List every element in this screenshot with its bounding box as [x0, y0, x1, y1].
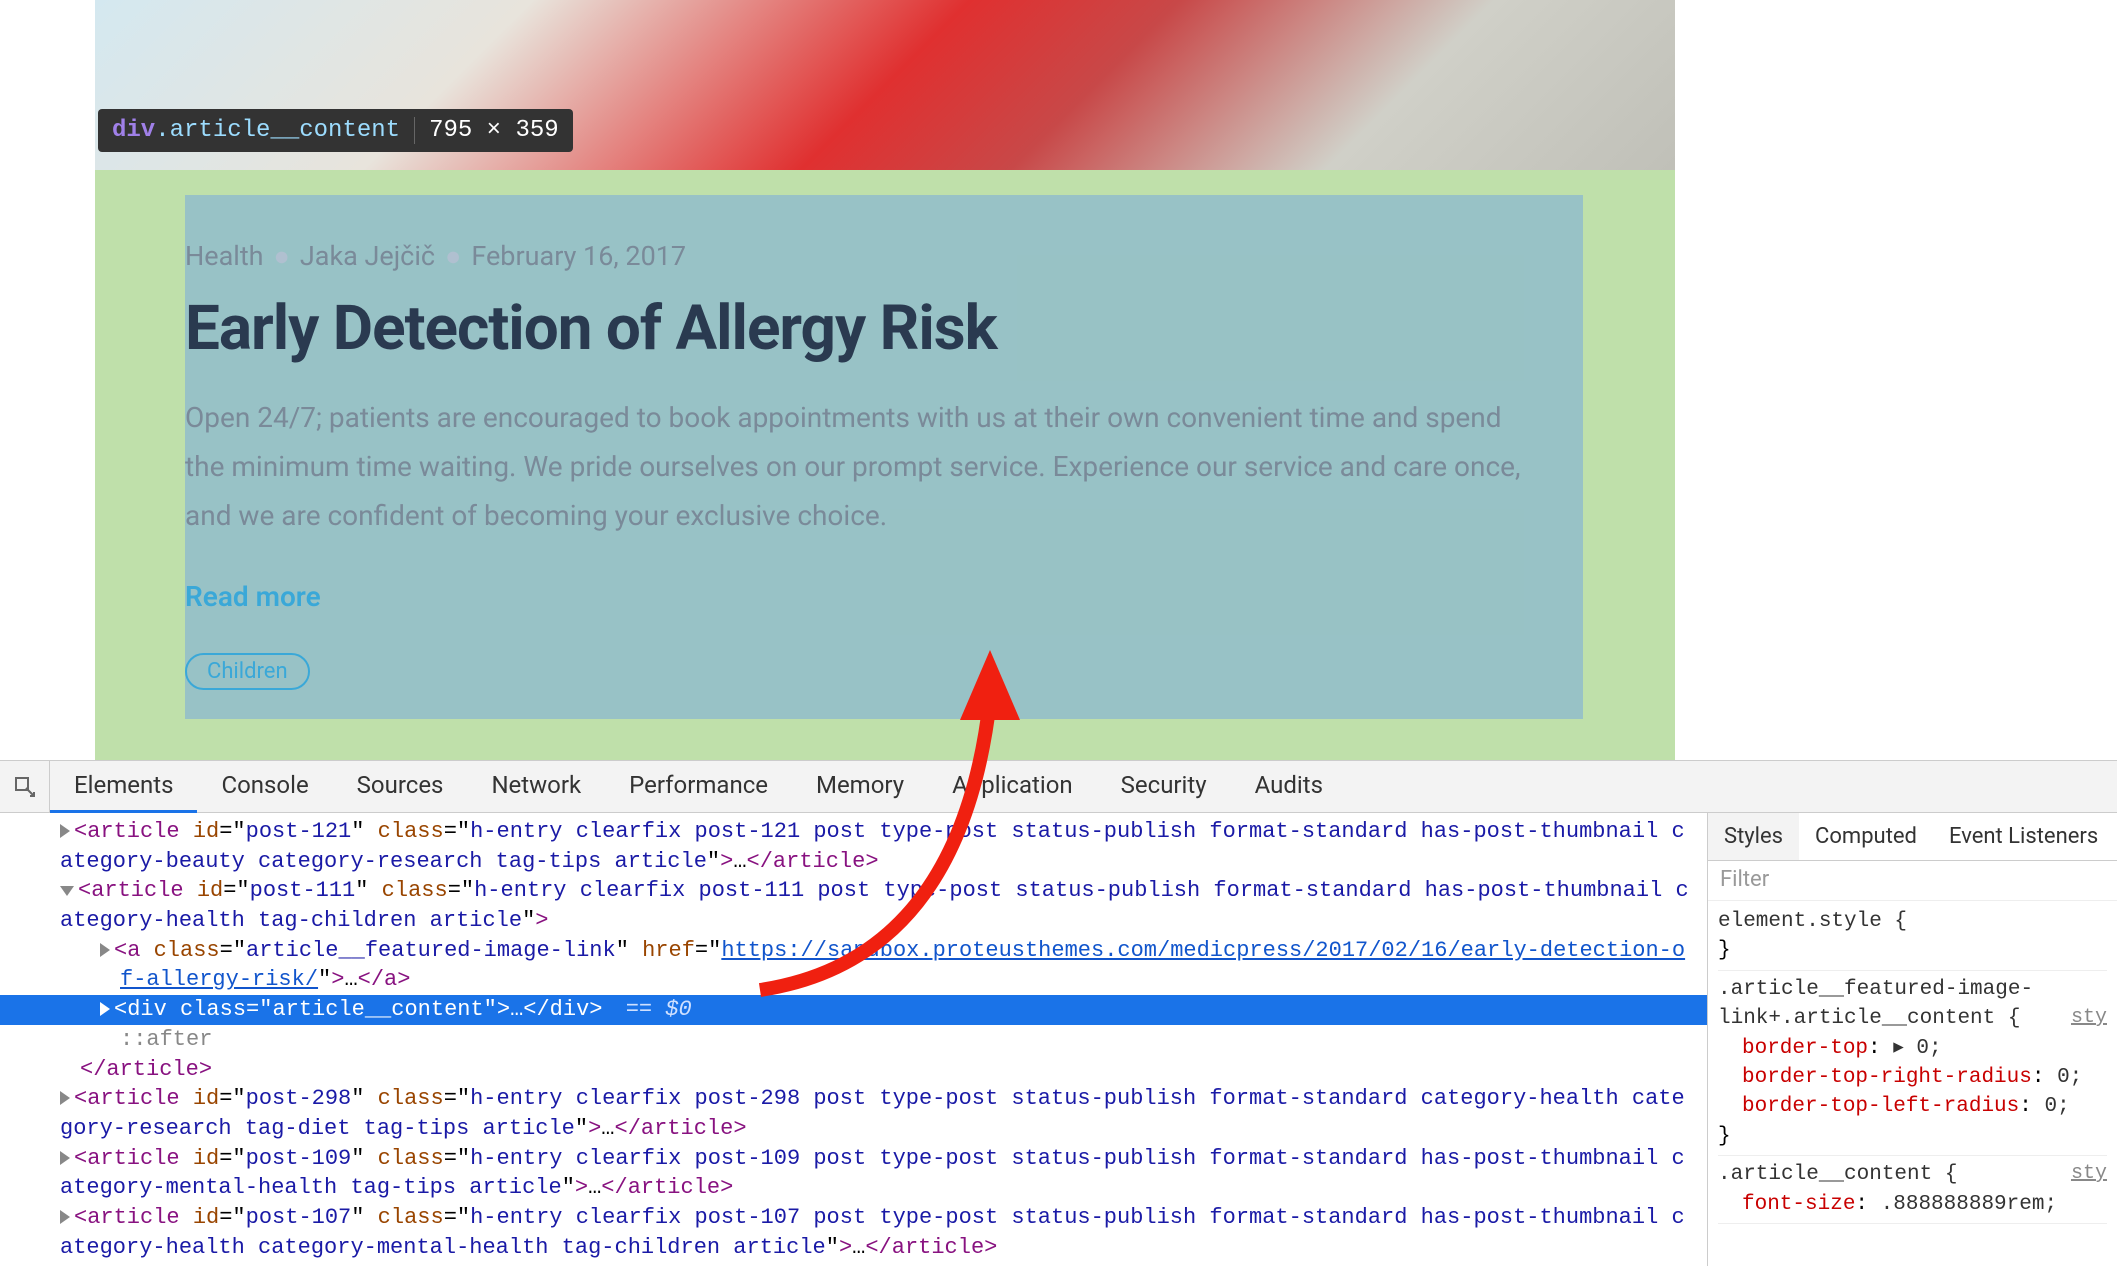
category-link[interactable]: Health — [185, 240, 264, 272]
dom-line[interactable]: <article id="post-121" class="h-entry cl… — [0, 817, 1707, 876]
devtools-toolbar: ElementsConsoleSourcesNetworkPerformance… — [0, 761, 2117, 813]
expand-caret-icon[interactable] — [100, 943, 110, 957]
read-more-link[interactable]: Read more — [185, 580, 321, 613]
dom-line[interactable]: <article id="post-111" class="h-entry cl… — [0, 876, 1707, 935]
styles-tab-bar: StylesComputedEvent Listeners — [1708, 813, 2117, 861]
devtools-panel: ElementsConsoleSourcesNetworkPerformance… — [0, 760, 2117, 1233]
article-meta: Health●Jaka Jejčič●February 16, 2017 — [185, 240, 1583, 272]
tooltip-class: .article__content — [155, 117, 400, 144]
stylesheet-link[interactable]: sty — [2071, 1160, 2107, 1188]
tag-pill[interactable]: Children — [185, 653, 310, 690]
css-selector[interactable]: .article__featured-image-link+.article__… — [1718, 978, 2033, 1030]
devtools-tab-network[interactable]: Network — [467, 761, 605, 813]
css-property[interactable]: border-top-right-radius — [1742, 1066, 2032, 1089]
devtools-tab-application[interactable]: Application — [928, 761, 1097, 813]
element-inspector-tooltip: div.article__content 795 × 359 — [98, 109, 573, 152]
devtools-tab-bar: ElementsConsoleSourcesNetworkPerformance… — [50, 761, 1347, 813]
dom-line[interactable]: <div class="article__content">…</div> ==… — [0, 995, 1707, 1025]
styles-filter-input[interactable]: Filter — [1708, 861, 2117, 901]
elements-panel[interactable]: <article id="post-121" class="h-entry cl… — [0, 813, 1707, 1266]
css-property[interactable]: border-top — [1742, 1037, 1868, 1060]
expand-caret-icon[interactable] — [100, 1002, 110, 1016]
stylesheet-link[interactable]: sty — [2071, 1004, 2107, 1032]
devtools-tab-sources[interactable]: Sources — [333, 761, 468, 813]
expand-caret-icon[interactable] — [60, 1151, 70, 1165]
css-selector[interactable]: element.style { — [1718, 910, 1907, 933]
inspect-element-icon[interactable] — [0, 761, 50, 813]
tooltip-dimensions: 795 × 359 — [414, 117, 559, 144]
styles-panel: StylesComputedEvent Listeners Filter ele… — [1707, 813, 2117, 1266]
styles-tab-computed[interactable]: Computed — [1799, 813, 1933, 860]
dom-pseudo[interactable]: ::after — [0, 1025, 1707, 1055]
devtools-tab-audits[interactable]: Audits — [1231, 761, 1347, 813]
styles-rules[interactable]: element.style {}.article__featured-image… — [1708, 901, 2117, 1266]
devtools-tab-security[interactable]: Security — [1097, 761, 1231, 813]
dom-line[interactable]: <article id="post-109" class="h-entry cl… — [0, 1144, 1707, 1203]
css-property[interactable]: font-size — [1742, 1193, 1855, 1216]
expand-caret-icon[interactable] — [60, 824, 70, 838]
css-selector[interactable]: .article__content { — [1718, 1163, 1957, 1186]
expand-caret-icon[interactable] — [60, 1091, 70, 1105]
devtools-tab-console[interactable]: Console — [197, 761, 332, 813]
dom-line[interactable]: <article id="post-298" class="h-entry cl… — [0, 1084, 1707, 1143]
expand-caret-icon[interactable] — [60, 886, 74, 896]
article-date: February 16, 2017 — [471, 240, 686, 272]
css-property[interactable]: border-top-left-radius — [1742, 1095, 2019, 1118]
dom-line[interactable]: </article> — [0, 1055, 1707, 1085]
devtools-tab-performance[interactable]: Performance — [605, 761, 792, 813]
tooltip-tag: div — [112, 117, 155, 144]
article-content-highlight: Health●Jaka Jejčič●February 16, 2017 Ear… — [185, 195, 1583, 719]
devtools-tab-elements[interactable]: Elements — [50, 761, 197, 813]
article-title[interactable]: Early Detection of Allergy Risk — [185, 292, 1583, 365]
expand-caret-icon[interactable] — [60, 1210, 70, 1224]
dom-line[interactable]: <a class="article__featured-image-link" … — [0, 936, 1707, 995]
author-link[interactable]: Jaka Jejčič — [300, 240, 435, 272]
styles-tab-styles[interactable]: Styles — [1708, 813, 1799, 860]
article-excerpt: Open 24/7; patients are encouraged to bo… — [185, 393, 1525, 540]
devtools-tab-memory[interactable]: Memory — [792, 761, 928, 813]
styles-tab-event-listeners[interactable]: Event Listeners — [1933, 813, 2114, 860]
webpage-viewport: div.article__content 795 × 359 Health●Ja… — [0, 0, 2117, 760]
